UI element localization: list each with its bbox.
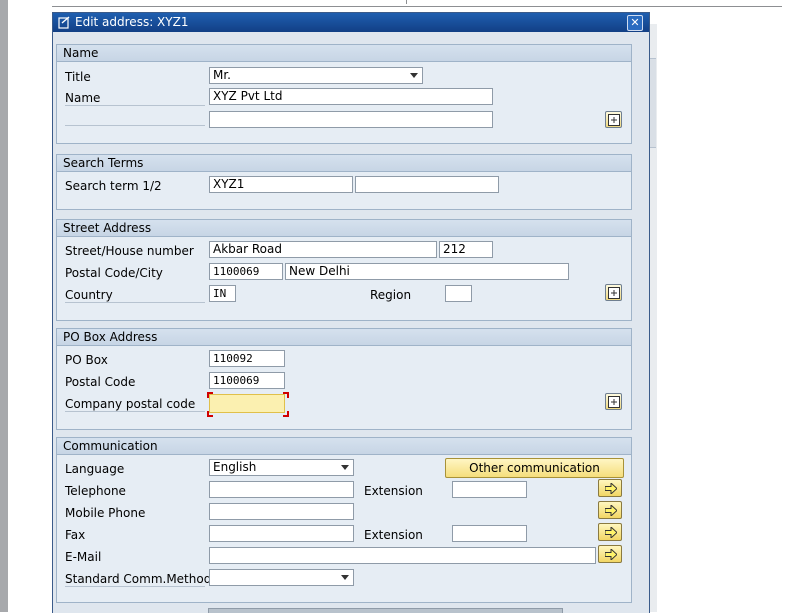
language-select-value: English <box>213 460 257 474</box>
background-strip <box>650 58 656 148</box>
telephone-label: Telephone <box>65 484 126 498</box>
mobile-phone-label: Mobile Phone <box>65 506 146 520</box>
po-box-field[interactable]: 110092 <box>209 350 285 367</box>
po-postal-code-field[interactable]: 1100069 <box>209 372 285 389</box>
standard-comm-method-label: Standard Comm.Method <box>65 572 212 587</box>
name2-field[interactable] <box>209 111 493 128</box>
arrow-right-icon <box>605 527 617 538</box>
company-postal-code-label: Company postal code <box>65 397 205 412</box>
postal-code-field[interactable]: 1100069 <box>209 263 283 280</box>
edit-document-icon <box>58 16 70 29</box>
telephone-details-button[interactable] <box>598 479 622 497</box>
po-box-group: PO Box Address PO Box 110092 Postal Code… <box>56 328 632 430</box>
arrow-right-icon <box>605 483 617 494</box>
required-marker <box>207 392 213 398</box>
search-terms-group: Search Terms Search term 1/2 XYZ1 <box>56 154 632 210</box>
country-label: Country <box>65 288 205 303</box>
required-marker <box>283 392 289 398</box>
po-box-label: PO Box <box>65 353 108 367</box>
name2-label-line <box>65 125 205 126</box>
standard-comm-method-select[interactable] <box>209 569 354 586</box>
name-group-header: Name <box>57 45 631 62</box>
telephone-extension-field[interactable] <box>452 481 527 498</box>
communication-group: Communication Language English Other com… <box>56 437 632 603</box>
dialog-titlebar[interactable]: Edit address: XYZ1 ✕ <box>53 13 649 32</box>
chevron-down-icon <box>341 465 349 470</box>
name-field[interactable]: XYZ Pvt Ltd <box>209 88 493 105</box>
background-right-panel <box>649 24 657 612</box>
fax-details-button[interactable] <box>598 523 622 541</box>
background-toolbar-line <box>52 6 782 7</box>
chevron-down-icon <box>410 73 418 78</box>
background-tick <box>406 0 407 4</box>
mobile-phone-field[interactable] <box>209 503 354 520</box>
more-name-fields-button[interactable] <box>605 111 622 128</box>
country-field[interactable]: IN <box>209 285 236 302</box>
city-field[interactable]: New Delhi <box>285 263 569 280</box>
telephone-field[interactable] <box>209 481 354 498</box>
required-marker <box>283 411 289 417</box>
search-term-label: Search term 1/2 <box>65 179 162 193</box>
street-label: Street/House number <box>65 244 194 258</box>
email-details-button[interactable] <box>598 545 622 563</box>
title-select-value: Mr. <box>213 68 231 82</box>
mobile-details-button[interactable] <box>598 501 622 519</box>
next-group-edge <box>208 608 563 613</box>
edit-address-dialog: Edit address: XYZ1 ✕ Name Title Mr. Name… <box>52 12 650 613</box>
telephone-extension-label: Extension <box>364 484 423 498</box>
fax-extension-label: Extension <box>364 528 423 542</box>
more-street-fields-button[interactable] <box>605 284 622 301</box>
street-address-group: Street Address Street/House number Akbar… <box>56 219 632 321</box>
language-select[interactable]: English <box>209 459 354 476</box>
po-postal-code-label: Postal Code <box>65 375 136 389</box>
region-field[interactable] <box>445 285 472 302</box>
arrow-right-icon <box>605 549 617 560</box>
arrow-right-icon <box>605 505 617 516</box>
search-term-1-field[interactable]: XYZ1 <box>209 176 353 193</box>
region-label: Region <box>370 288 412 302</box>
other-communication-button[interactable]: Other communication <box>445 458 624 478</box>
company-postal-code-field[interactable] <box>209 394 285 413</box>
street-field[interactable]: Akbar Road <box>209 241 437 258</box>
name-group: Name Title Mr. Name XYZ Pvt Ltd <box>56 44 632 144</box>
more-pobox-fields-button[interactable] <box>605 393 622 410</box>
po-box-group-header: PO Box Address <box>57 329 631 346</box>
close-button[interactable]: ✕ <box>627 15 643 31</box>
expand-fields-icon <box>608 396 620 408</box>
fax-label: Fax <box>65 528 86 542</box>
chevron-down-icon <box>341 575 349 580</box>
required-marker <box>207 411 213 417</box>
house-number-field[interactable]: 212 <box>439 241 493 258</box>
street-address-group-header: Street Address <box>57 220 631 237</box>
fax-field[interactable] <box>209 525 354 542</box>
name-label: Name <box>65 91 205 106</box>
fax-extension-field[interactable] <box>452 525 527 542</box>
language-label: Language <box>65 462 125 476</box>
email-field[interactable] <box>209 547 596 564</box>
expand-fields-icon <box>608 287 620 299</box>
dialog-title: Edit address: XYZ1 <box>75 15 189 29</box>
title-label: Title <box>65 70 91 84</box>
email-label: E-Mail <box>65 550 102 564</box>
expand-fields-icon <box>608 114 620 126</box>
search-term-2-field[interactable] <box>355 176 499 193</box>
title-select[interactable]: Mr. <box>209 67 423 84</box>
search-terms-group-header: Search Terms <box>57 155 631 172</box>
communication-group-header: Communication <box>57 438 631 455</box>
postal-city-label: Postal Code/City <box>65 266 163 280</box>
background-left-panel <box>0 0 8 612</box>
